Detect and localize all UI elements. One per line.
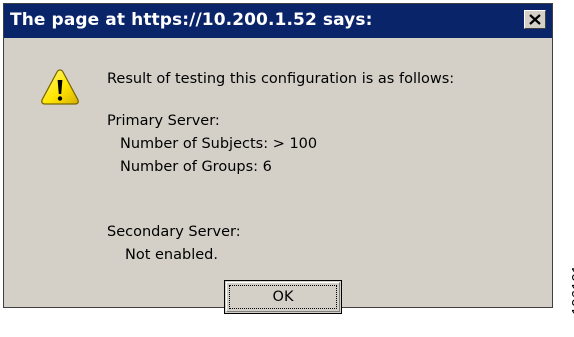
dialog-title: The page at https://10.200.1.52 says:: [10, 10, 373, 30]
secondary-server-label: Secondary Server:: [107, 224, 241, 240]
groups-count: Number of Groups: 6: [120, 159, 272, 175]
figure-id: 196101: [569, 264, 574, 316]
subjects-count: Number of Subjects: > 100: [120, 136, 318, 152]
alert-dialog: The page at https://10.200.1.52 says: Re…: [3, 3, 553, 314]
close-icon: [529, 14, 541, 25]
primary-server-label: Primary Server:: [107, 113, 220, 129]
ok-button[interactable]: OK: [224, 280, 342, 314]
secondary-server-status: Not enabled.: [125, 247, 218, 263]
dialog-titlebar[interactable]: The page at https://10.200.1.52 says:: [4, 4, 552, 38]
ok-button-label: OK: [272, 289, 294, 305]
message-intro: Result of testing this configuration is …: [107, 71, 455, 87]
warning-icon: [41, 69, 79, 105]
close-button[interactable]: [524, 10, 546, 29]
